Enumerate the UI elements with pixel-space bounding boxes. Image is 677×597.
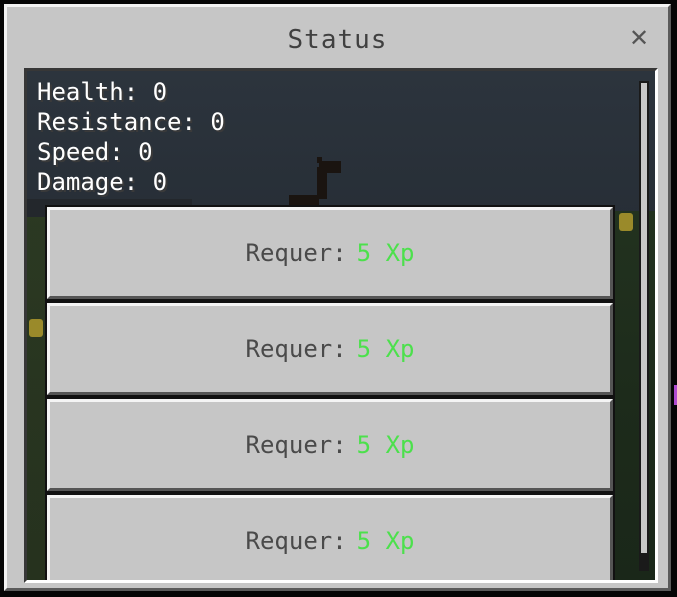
upgrade-damage-button[interactable]: Requer: 5 Xp (45, 493, 615, 580)
xp-cost: 5 Xp (356, 239, 415, 267)
stat-damage: Damage: 0 (37, 168, 168, 196)
game-screen: Status ✕ Health: 0 Resistance: 0 Speed: … (0, 0, 677, 597)
xp-cost: 5 Xp (356, 527, 415, 555)
requirement-label: Requer: (245, 431, 347, 459)
stat-resistance: Resistance: 0 (37, 108, 225, 136)
dialog-title: Status (287, 25, 388, 55)
upgrade-health-button[interactable]: Requer: 5 Xp (45, 205, 615, 301)
scrollbar-thumb[interactable] (641, 83, 647, 553)
flower-decoration (29, 319, 43, 337)
requirement-label: Requer: (245, 335, 347, 363)
upgrade-speed-button[interactable]: Requer: 5 Xp (45, 397, 615, 493)
stat-speed: Speed: 0 (37, 138, 153, 166)
status-content: Health: 0 Resistance: 0 Speed: 0 Damage:… (24, 68, 658, 583)
requirement-label: Requer: (245, 527, 347, 555)
scrollbar[interactable] (639, 81, 649, 571)
stats-list: Health: 0 Resistance: 0 Speed: 0 Damage:… (37, 77, 225, 197)
close-icon: ✕ (628, 24, 650, 52)
requirement-label: Requer: (245, 239, 347, 267)
stat-health: Health: 0 (37, 78, 168, 106)
status-dialog: Status ✕ Health: 0 Resistance: 0 Speed: … (4, 4, 671, 591)
xp-cost: 5 Xp (356, 335, 415, 363)
flower-decoration (619, 213, 633, 231)
xp-cost: 5 Xp (356, 431, 415, 459)
close-button[interactable]: ✕ (624, 23, 654, 53)
upgrade-resistance-button[interactable]: Requer: 5 Xp (45, 301, 615, 397)
